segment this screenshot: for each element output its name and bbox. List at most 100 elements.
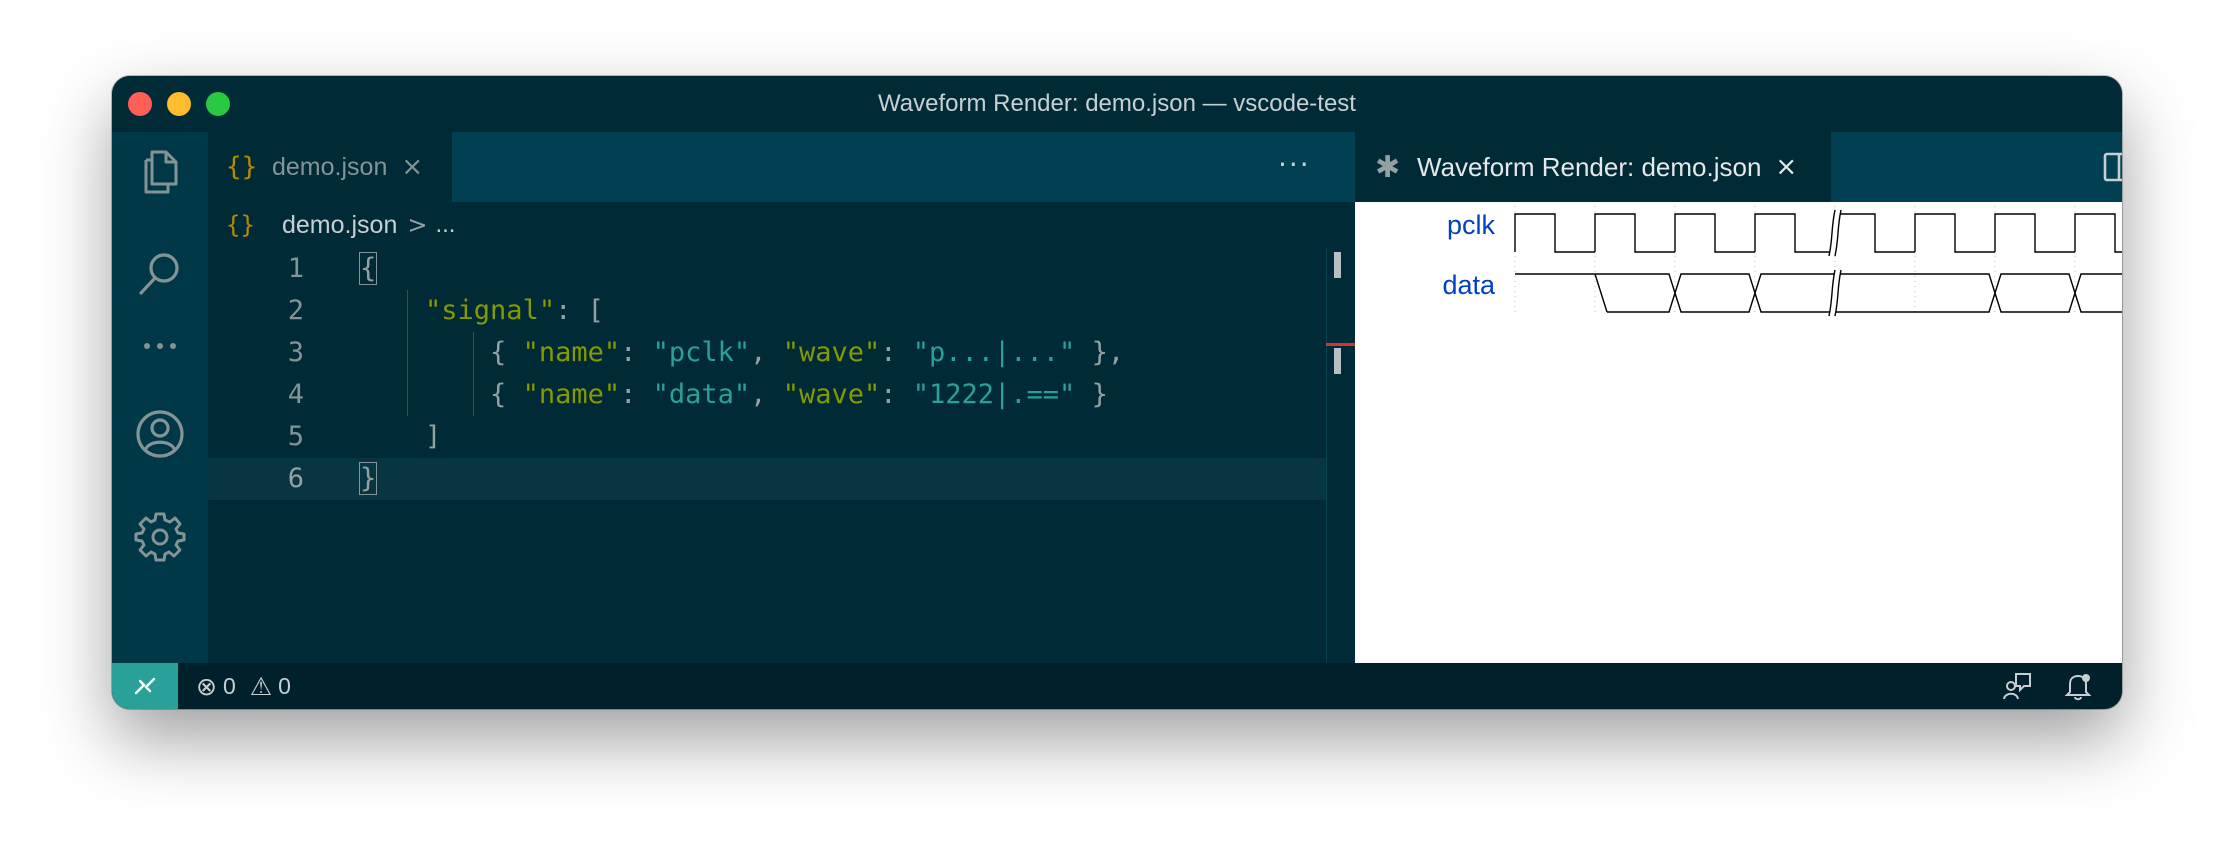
code-token: , [750, 337, 783, 368]
code-line[interactable]: 4 { "name": "data", "wave": "1222|.==" } [208, 374, 1326, 416]
clock-period [1994, 213, 2075, 253]
code-line[interactable]: 3 { "name": "pclk", "wave": "p...|..." }… [208, 332, 1326, 374]
breadcrumb: {} demo.json > ... [208, 202, 1355, 248]
json-file-icon: {} [226, 152, 258, 182]
ellipsis-icon [144, 343, 176, 349]
clock-period [1754, 213, 1835, 253]
code-token: : [ [555, 295, 604, 326]
code-token: "1222|.==" [912, 379, 1076, 410]
search-icon [139, 253, 179, 295]
code-token: , [750, 379, 783, 410]
code-line[interactable]: 1{ [208, 248, 1326, 290]
more-views-button[interactable] [132, 318, 188, 374]
waveform-preview: pclk data [1355, 202, 2122, 663]
indent-guide [407, 290, 408, 416]
more-actions-button[interactable]: ··· [1278, 148, 1311, 181]
code-token: "name" [522, 337, 621, 368]
json-file-icon: {} [226, 211, 255, 239]
code-token: : [620, 379, 653, 410]
clock-period [1674, 213, 1755, 253]
code-token: : [880, 379, 913, 410]
feedback-icon[interactable] [2002, 670, 2034, 702]
bus-segment [1674, 273, 1756, 294]
code-line[interactable]: 5 ] [208, 416, 1326, 458]
close-icon[interactable]: × [401, 152, 423, 182]
code-token: { [360, 379, 523, 410]
line-number: 6 [287, 463, 304, 494]
problems-indicator[interactable]: ⊗ 0 ⚠ 0 [196, 663, 305, 709]
status-bar: ⊗ 0 ⚠ 0 [112, 663, 2122, 709]
preview-asterisk-icon: ✱ [1375, 149, 1401, 185]
clock-period [1834, 213, 1915, 253]
bus-segment [2074, 273, 2122, 294]
code-token: } [1075, 379, 1108, 410]
title-bar: Waveform Render: demo.json — vscode-test [112, 76, 2122, 132]
bus-segment [1915, 292, 1996, 313]
tab-label: Waveform Render: demo.json [1417, 151, 1762, 182]
bus-segment [1754, 292, 1835, 313]
close-icon[interactable]: × [1775, 152, 1797, 182]
code-token: "wave" [782, 337, 881, 368]
overview-ruler-error-marker [1326, 343, 1355, 346]
tab-waveform-render[interactable]: ✱ Waveform Render: demo.json × [1355, 132, 1831, 202]
split-editor-icon[interactable] [2101, 149, 2122, 185]
signal-transition [1594, 273, 1608, 313]
warning-icon: ⚠ [249, 671, 273, 701]
scrollbar-marker [1334, 252, 1341, 278]
line-number: 4 [287, 379, 304, 410]
code-token: "pclk" [652, 337, 751, 368]
code-token: : [880, 337, 913, 368]
scrollbar-marker [1334, 348, 1341, 374]
tab-demo-json[interactable]: {} demo.json × [208, 132, 452, 202]
bus-segment [1754, 273, 1835, 294]
bus-segment [1915, 273, 1996, 294]
code-token: ] [360, 421, 442, 452]
code-text: { "name": "pclk", "wave": "p...|..." }, [360, 332, 1124, 374]
window-title: Waveform Render: demo.json — vscode-test [878, 90, 1356, 117]
notifications-bell-icon[interactable] [2062, 670, 2094, 702]
bus-segment [1994, 292, 2076, 313]
code-line[interactable]: 6} [208, 458, 1326, 500]
code-token: "p...|..." [912, 337, 1076, 368]
clock-period [1594, 213, 1675, 253]
remote-button[interactable] [112, 663, 178, 709]
line-number: 1 [287, 253, 304, 284]
vscode-window: Waveform Render: demo.json — vscode-test [112, 76, 2122, 709]
code-text: } [358, 458, 378, 500]
right-tab-bar: ✱ Waveform Render: demo.json × ··· [1355, 132, 2122, 202]
search-button[interactable] [132, 246, 188, 302]
code-token: "signal" [425, 295, 556, 326]
code-text: "signal": [ [360, 290, 604, 332]
clock-period [2074, 213, 2122, 253]
code-token: "data" [652, 379, 751, 410]
accounts-button[interactable] [132, 406, 188, 462]
line-number: 2 [287, 295, 304, 326]
gear-icon [134, 512, 186, 562]
code-editor[interactable]: 1{2 "signal": [3 { "name": "pclk", "wave… [208, 248, 1355, 663]
code-line[interactable]: 2 "signal": [ [208, 290, 1326, 332]
code-token: : [620, 337, 653, 368]
manage-button[interactable] [132, 508, 188, 564]
remote-icon [134, 677, 156, 695]
warning-count: 0 [278, 672, 291, 699]
clock-period [1914, 213, 1995, 253]
tab-label: demo.json [272, 152, 388, 181]
bus-segment [2074, 292, 2122, 313]
left-tab-bar: {} demo.json × ··· [208, 132, 1355, 202]
line-number: 5 [287, 421, 304, 452]
explorer-button[interactable] [132, 144, 188, 200]
breadcrumb-symbols[interactable]: ... [435, 211, 455, 239]
clock-period [1514, 213, 1595, 253]
code-token: { [360, 337, 523, 368]
bus-segment [1595, 273, 1676, 294]
code-text: { [358, 248, 378, 290]
account-icon [136, 410, 184, 458]
activity-bar [112, 132, 208, 663]
error-icon: ⊗ [196, 671, 217, 701]
code-token: { [358, 252, 378, 285]
scrollbar-track[interactable] [1326, 248, 1355, 663]
chevron-right-icon: > [407, 211, 428, 239]
bus-segment [1607, 292, 1676, 313]
breadcrumb-file[interactable]: demo.json [282, 211, 397, 240]
